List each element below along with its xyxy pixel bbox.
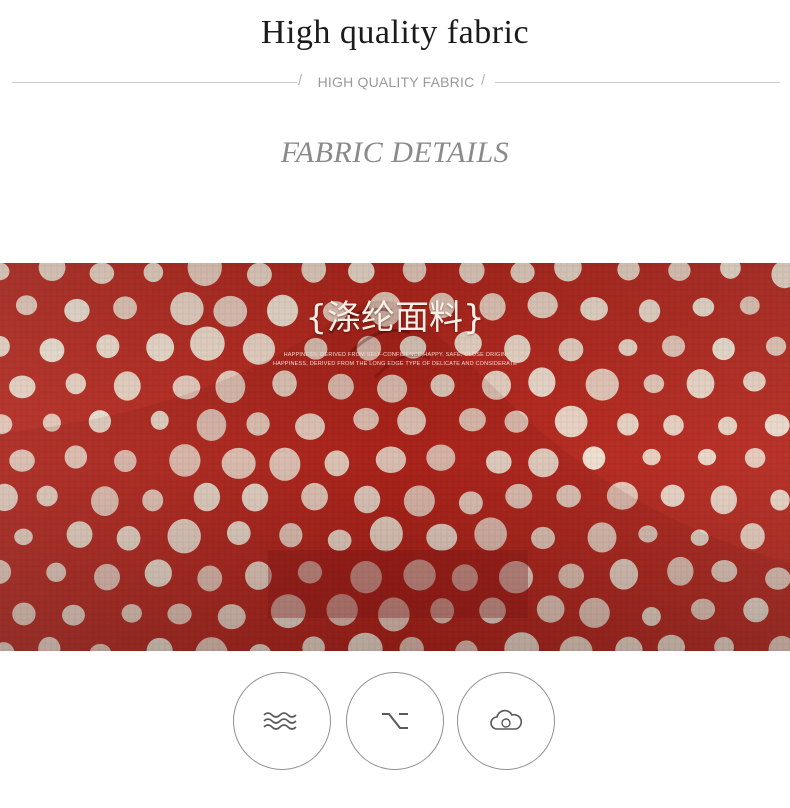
page-title: High quality fabric (260, 14, 530, 51)
wave-icon (233, 672, 331, 770)
caption-subtext-2: HAPPINESS, DERIVED FROM THE LONG EDGE TY… (272, 361, 518, 367)
cloud-icon (457, 672, 555, 770)
caption-subtext-1: HAPPINESS, DERIVED FROM SELF-CONFIDENCE,… (283, 352, 507, 358)
subtitle-divider: / HIGH QUALITY FABRIC / (12, 72, 780, 92)
fabric-caption: {涤纶面料} (305, 298, 485, 338)
divider-line-right (495, 82, 780, 83)
divider-slash-right: / (481, 72, 486, 89)
caption-band (268, 550, 528, 618)
fabric-details-heading: FABRIC DETAILS (280, 136, 510, 169)
option-key-icon (346, 672, 444, 770)
feature-icons (0, 672, 790, 772)
